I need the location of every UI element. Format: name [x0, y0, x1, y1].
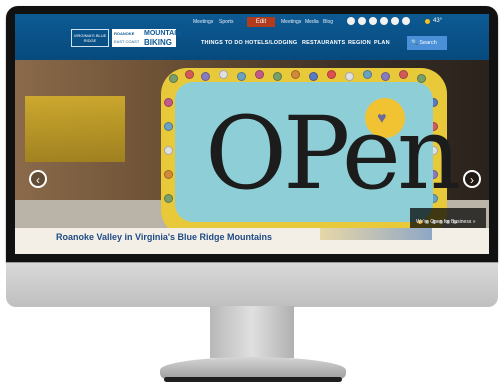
chevron-right-icon: › [470, 173, 474, 187]
sign-button-dot [164, 170, 173, 179]
facebook-icon[interactable] [347, 17, 355, 25]
search-icon: 🔍 [411, 40, 418, 46]
sign-button-dot [169, 74, 178, 83]
weather-temp[interactable]: 43° [433, 18, 442, 24]
util-link-sports[interactable]: Sports [219, 19, 233, 25]
sign-button-dot [201, 72, 210, 81]
sign-button-dot [273, 72, 282, 81]
slider-next-button[interactable]: › [463, 170, 481, 188]
slider-prev-button[interactable]: ‹ [29, 170, 47, 188]
open-sign: ♥ OPen [161, 68, 461, 228]
chevron-left-icon: ‹ [36, 173, 40, 187]
sign-button-dot [255, 70, 264, 79]
edit-label: Edit [255, 19, 267, 25]
youtube-icon[interactable] [369, 17, 377, 25]
gold-window-panel [25, 96, 125, 162]
sign-button-dot [345, 72, 354, 81]
search-placeholder: Search [419, 40, 437, 46]
nav-hotels-lodging[interactable]: HOTELS/LODGING [245, 40, 297, 46]
sign-button-dot [309, 72, 318, 81]
instagram-icon[interactable] [391, 17, 399, 25]
sign-button-dot [327, 70, 336, 79]
monitor-stand-edge [164, 377, 342, 382]
nav-restaurants[interactable]: RESTAURANTS [302, 40, 345, 46]
twitter-icon[interactable] [358, 17, 366, 25]
sign-button-dot [381, 72, 390, 81]
open-sign-text: OPen [205, 95, 461, 212]
pinterest-icon[interactable] [380, 17, 388, 25]
nav-region[interactable]: REGION [348, 40, 371, 46]
monitor-stand-neck [210, 306, 294, 358]
monitor-stand-base [160, 357, 346, 379]
feature-thumbnail[interactable] [320, 228, 432, 240]
monitor-bezel: VIRGINIA'S BLUE RIDGE ROANOKE EAST COAST… [6, 6, 498, 262]
sign-button-dot [185, 70, 194, 79]
logo-brand-line1: ROANOKE [114, 31, 135, 36]
sign-button-dot [164, 122, 173, 131]
sign-button-dot [291, 70, 300, 79]
email-icon[interactable] [402, 17, 410, 25]
search-box[interactable]: 🔍 Search [407, 36, 447, 50]
sign-button-dot [399, 70, 408, 79]
slide-caption-text[interactable]: We're Open for Business » [416, 219, 476, 225]
util-link-media[interactable]: Media [305, 19, 319, 25]
logo-brand-line2: EAST COAST [114, 39, 140, 44]
sign-button-dot [164, 194, 173, 203]
slide-caption-box[interactable]: We're Open for Business » [410, 208, 486, 228]
virginia-blue-ridge-logo[interactable]: VIRGINIA'S BLUE RIDGE [71, 29, 109, 47]
site-header: VIRGINIA'S BLUE RIDGE ROANOKE EAST COAST… [15, 14, 489, 60]
website-screen: VIRGINIA'S BLUE RIDGE ROANOKE EAST COAST… [15, 14, 489, 254]
sign-button-dot [164, 98, 173, 107]
util-link-meetings-2[interactable]: Meetings [281, 19, 301, 25]
nav-plan[interactable]: PLAN [374, 40, 390, 46]
sign-button-dot [363, 70, 372, 79]
util-link-blog[interactable]: Blog [323, 19, 333, 25]
logo-biking: BIKING [144, 38, 172, 47]
sun-icon [425, 19, 430, 24]
monitor-chin [6, 262, 498, 307]
util-link-meetings[interactable]: Meetings [193, 19, 213, 25]
monitor: VIRGINIA'S BLUE RIDGE ROANOKE EAST COAST… [6, 6, 498, 307]
logo-mountain: MOUNTAIN [144, 30, 182, 37]
sign-panel: ♥ OPen [175, 82, 461, 222]
mountain-biking-logo[interactable]: ROANOKE EAST COAST MOUNTAIN BIKING [112, 29, 181, 47]
edit-button[interactable]: Edit [247, 17, 275, 27]
sign-button-dot [164, 146, 173, 155]
sign-button-dot [219, 70, 228, 79]
logo-left-text: VIRGINIA'S BLUE RIDGE [73, 33, 107, 43]
nav-things-to-do[interactable]: THINGS TO DO [201, 40, 243, 46]
hero-slider: ♥ OPen ‹ › We're Open for Business » [15, 60, 489, 228]
page-headline: Roanoke Valley in Virginia's Blue Ridge … [56, 232, 273, 242]
sign-button-dot [237, 72, 246, 81]
